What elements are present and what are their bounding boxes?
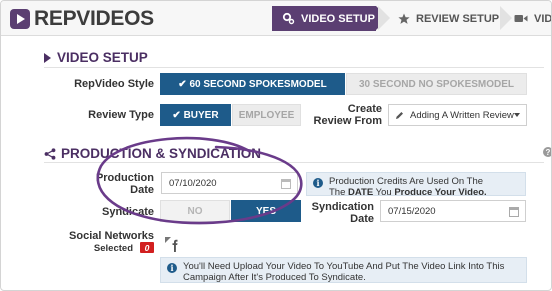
share-icon (44, 147, 56, 160)
syndicate-label: Syndicate (102, 206, 154, 218)
syndication-date-input[interactable]: 07/15/2020 (380, 200, 526, 222)
video-setup-heading: VIDEO SETUP (44, 50, 148, 65)
info-icon: i (167, 263, 177, 273)
chevron-down-icon (514, 113, 520, 117)
create-review-value: Adding A Written Review (410, 109, 514, 121)
facebook-icon[interactable] (165, 237, 181, 253)
step-video-label: VIDEO (534, 12, 552, 25)
selected-label: Selected (93, 243, 133, 254)
info-icon: i (313, 178, 323, 188)
step-review-setup[interactable]: REVIEW SETUP (390, 6, 500, 31)
syndicate-no-button[interactable]: NO (160, 200, 230, 222)
section-divider (44, 67, 544, 68)
triangle-icon (44, 52, 51, 63)
style-60-second-button[interactable]: ✔ 60 SECOND SPOKESMODEL (160, 73, 345, 95)
production-credits-info: i Production Credits Are Used On The The… (306, 172, 526, 198)
create-review-select[interactable]: Adding A Written Review (388, 104, 527, 126)
youtube-upload-info: i You'll Need Upload Your Video To YouTu… (160, 257, 527, 283)
step-video-setup-label: VIDEO SETUP (301, 12, 375, 25)
production-date-input[interactable]: 07/10/2020 (161, 172, 298, 194)
social-networks-label: Social Networks (69, 230, 154, 242)
syndication-date-value: 07/15/2020 (388, 205, 436, 217)
review-type-buyer-button[interactable]: ✔ BUYER (160, 104, 231, 126)
step-separator (378, 6, 390, 30)
top-bar: REPVIDEOS VIDEO SETUP REVIEW SETUP VID (1, 1, 552, 36)
star-icon (398, 13, 410, 24)
syndicate-yes-button[interactable]: YES (231, 200, 301, 222)
section-divider (44, 162, 544, 163)
step-video-setup[interactable]: VIDEO SETUP (272, 6, 388, 31)
production-date-label: Production Date (95, 172, 154, 196)
app-frame: REPVIDEOS VIDEO SETUP REVIEW SETUP VID V… (0, 0, 552, 291)
help-icon[interactable]: ? (543, 147, 551, 157)
repvideo-style-label: RepVideo Style (74, 78, 154, 90)
pencil-icon (396, 111, 403, 119)
style-30-second-button[interactable]: 30 SECOND NO SPOKESMODEL (346, 73, 527, 95)
calendar-icon (509, 207, 519, 217)
syndication-date-label: Syndication Date (311, 201, 374, 225)
gears-icon (282, 12, 295, 25)
brand-name: REPVIDEOS (34, 7, 154, 30)
play-logo-icon (10, 9, 30, 29)
production-date-value: 07/10/2020 (169, 177, 217, 189)
brand-logo[interactable]: REPVIDEOS (9, 7, 154, 31)
calendar-icon (281, 179, 291, 189)
production-syndication-heading: PRODUCTION & SYNDICATION (44, 146, 261, 161)
step-review-setup-label: REVIEW SETUP (416, 12, 500, 25)
step-video[interactable]: VIDEO (510, 6, 552, 31)
review-type-employee-button[interactable]: EMPLOYEE (232, 104, 301, 126)
create-review-from-label: Create Review From (313, 103, 382, 127)
video-camera-icon (514, 15, 528, 22)
selected-count-badge: 0 (140, 242, 154, 253)
review-type-label: Review Type (88, 109, 154, 121)
